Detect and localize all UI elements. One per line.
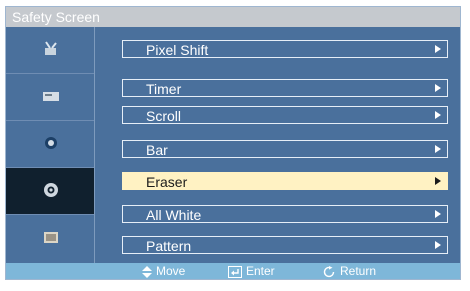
arrow-right-icon	[435, 210, 441, 218]
enter-icon	[228, 265, 242, 278]
arrow-right-icon	[435, 177, 441, 185]
return-hint-label: Return	[340, 264, 377, 278]
enter-hint: Enter	[228, 263, 275, 279]
bottom-hint-bar: Move Enter Return	[6, 263, 460, 279]
menu-item-label: Bar	[146, 142, 168, 158]
menu-item-label: Pixel Shift	[146, 42, 209, 58]
circle-icon	[45, 137, 57, 149]
sidebar-item-display[interactable]	[6, 74, 94, 121]
menu-item-scroll[interactable]: Scroll	[122, 106, 448, 124]
arrow-right-icon	[435, 111, 441, 119]
sidebar-item-box[interactable]	[6, 215, 94, 262]
menu-item-pixel-shift[interactable]: Pixel Shift	[122, 40, 448, 58]
arrow-right-icon	[435, 84, 441, 92]
menu-item-label: Eraser	[146, 174, 188, 190]
arrow-right-icon	[435, 241, 441, 249]
sidebar-item-gear[interactable]	[6, 168, 94, 215]
title-bar: Safety Screen	[6, 7, 460, 27]
sidebar-separator	[94, 27, 95, 263]
menu-item-eraser[interactable]: Eraser	[122, 172, 448, 190]
sidebar	[6, 27, 94, 263]
display-icon	[43, 92, 59, 101]
osd-window: Safety Screen Pixel Shift Timer Scroll B…	[5, 6, 461, 280]
menu-item-timer[interactable]: Timer	[122, 79, 448, 97]
window-title: Safety Screen	[12, 9, 100, 25]
updown-arrows-icon	[142, 265, 152, 278]
move-hint: Move	[142, 263, 185, 279]
arrow-right-icon	[435, 145, 441, 153]
menu-item-label: All White	[146, 207, 202, 223]
menu-item-label: Scroll	[146, 108, 182, 124]
arrow-right-icon	[435, 45, 441, 53]
return-hint: Return	[323, 263, 376, 279]
antenna-icon	[45, 41, 57, 55]
box-icon	[44, 232, 58, 243]
menu-item-label: Pattern	[146, 238, 192, 254]
enter-hint-label: Enter	[246, 264, 275, 278]
menu-item-label: Timer	[146, 81, 182, 97]
gear-icon	[44, 183, 58, 197]
move-hint-label: Move	[156, 264, 186, 278]
menu-item-bar[interactable]: Bar	[122, 140, 448, 158]
menu-item-pattern[interactable]: Pattern	[122, 236, 448, 254]
sidebar-item-circle[interactable]	[6, 121, 94, 168]
return-icon	[323, 265, 335, 277]
menu-item-all-white[interactable]: All White	[122, 205, 448, 223]
sidebar-item-antenna[interactable]	[6, 27, 94, 74]
